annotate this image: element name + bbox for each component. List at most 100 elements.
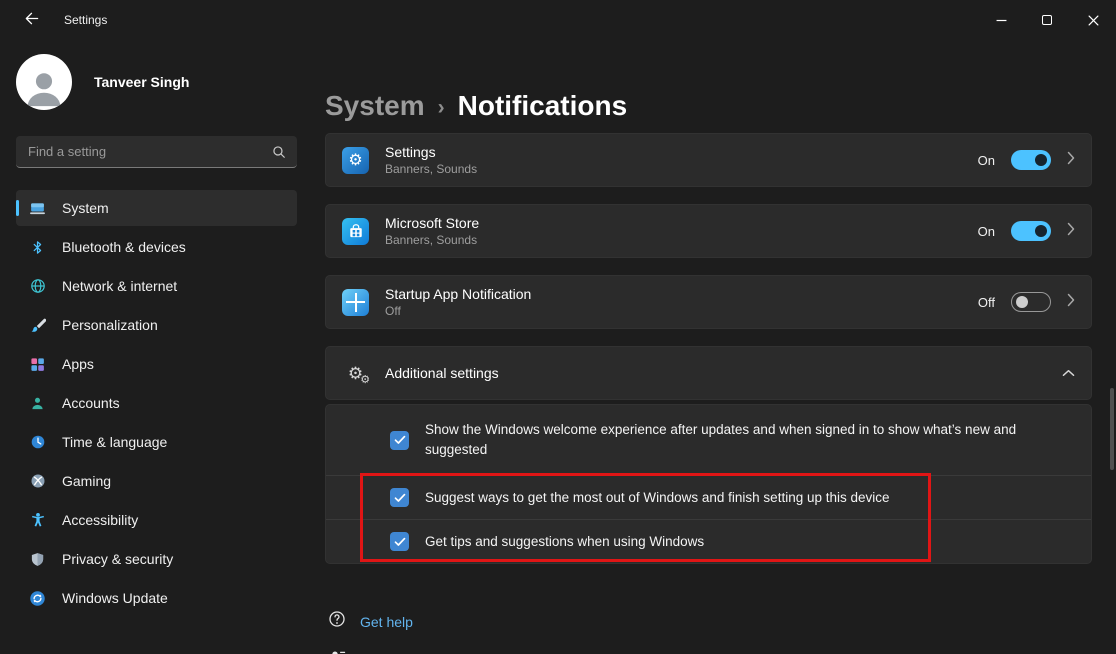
back-button[interactable] [14, 5, 48, 35]
sidebar-item-label: Accounts [62, 395, 120, 411]
windows-update-icon [29, 590, 46, 607]
checkmark-icon [394, 537, 405, 546]
checkbox-label: Suggest ways to get the most out of Wind… [425, 489, 890, 505]
get-help-link[interactable]: Get help [328, 610, 413, 633]
window-controls [978, 0, 1116, 40]
xbox-sphere-icon [29, 473, 46, 490]
startup-app-icon [342, 288, 369, 316]
row-subtitle: Banners, Sounds [385, 233, 478, 247]
minimize-icon [996, 19, 1006, 21]
sidebar-item-label: Network & internet [62, 278, 178, 294]
sidebar-item-label: Windows Update [62, 590, 168, 606]
sidebar-item-privacy-security[interactable]: Privacy & security [16, 541, 297, 577]
sidebar-item-bluetooth-devices[interactable]: Bluetooth & devices [16, 229, 297, 265]
sidebar-nav: System Bluetooth & devices Network & int… [16, 190, 297, 616]
settings-notifications-toggle[interactable] [1011, 150, 1051, 170]
sidebar-item-system[interactable]: System [16, 190, 297, 226]
additional-settings-expander[interactable]: ⚙ ⚙ Additional settings [325, 346, 1092, 400]
toggle-state-label: On [977, 223, 995, 239]
sidebar-item-label: Accessibility [62, 512, 139, 528]
titlebar: Settings [0, 0, 1116, 40]
selected-accent-bar [16, 200, 19, 216]
sidebar-item-label: Bluetooth & devices [62, 239, 186, 255]
sidebar-item-accessibility[interactable]: Accessibility [16, 502, 297, 538]
toggle-state-label: On [977, 152, 995, 168]
breadcrumb: System › Notifications [325, 90, 1092, 122]
give-feedback-icon [328, 648, 346, 654]
user-profile: Tanveer Singh [16, 54, 297, 110]
sidebar-item-label: Privacy & security [62, 551, 174, 567]
notification-row-microsoft-store[interactable]: Microsoft Store Banners, Sounds On [325, 204, 1092, 258]
apps-grid-icon [29, 356, 46, 373]
sidebar-item-accounts[interactable]: Accounts [16, 385, 297, 421]
network-globe-icon [29, 278, 46, 295]
sidebar-item-label: Apps [62, 356, 94, 372]
microsoft-store-notifications-toggle[interactable] [1011, 221, 1051, 241]
notification-row-startup-app[interactable]: Startup App Notification Off Off [325, 275, 1092, 329]
sidebar-item-windows-update[interactable]: Windows Update [16, 580, 297, 616]
chevron-right-icon [1067, 222, 1075, 241]
minimize-button[interactable] [978, 0, 1024, 40]
shield-icon [29, 551, 46, 568]
chevron-right-icon [1067, 293, 1075, 312]
breadcrumb-system[interactable]: System [325, 90, 425, 122]
vertical-scrollbar[interactable] [1110, 388, 1114, 470]
maximize-button[interactable] [1024, 0, 1070, 40]
welcome-experience-checkbox[interactable] [390, 430, 409, 450]
person-silhouette-icon [27, 73, 61, 107]
paintbrush-icon [29, 317, 46, 334]
get-help-label: Get help [360, 613, 413, 630]
accessibility-person-icon [29, 512, 46, 529]
settings-window: Settings Tanveer Singh Find a setting Sy… [0, 0, 1116, 654]
get-tips-row: Get tips and suggestions when using Wind… [326, 519, 1091, 563]
additional-settings-gears-icon: ⚙ ⚙ [347, 363, 371, 386]
give-feedback-link[interactable]: Give feedback [328, 648, 450, 654]
clock-icon [29, 434, 46, 451]
close-icon [1087, 14, 1099, 26]
startup-app-notifications-toggle[interactable] [1011, 292, 1051, 312]
checkmark-icon [394, 435, 405, 444]
row-title: Settings [385, 144, 436, 160]
notification-row-settings[interactable]: ⚙ Settings Banners, Sounds On [325, 133, 1092, 187]
suggest-ways-checkbox[interactable] [390, 488, 409, 507]
notifications-list: ⚙ Settings Banners, Sounds On Microsoft … [325, 133, 1092, 654]
search-icon [272, 145, 286, 159]
sidebar-item-label: Personalization [62, 317, 158, 333]
get-help-icon [328, 610, 346, 633]
footer-links: Get help Give feedback [325, 610, 1092, 654]
sidebar-item-network-internet[interactable]: Network & internet [16, 268, 297, 304]
sidebar-item-label: Gaming [62, 473, 112, 489]
accounts-person-icon [29, 395, 46, 412]
row-subtitle: Banners, Sounds [385, 162, 478, 176]
sidebar-item-gaming[interactable]: Gaming [16, 463, 297, 499]
sidebar-item-time-language[interactable]: Time & language [16, 424, 297, 460]
search-input[interactable] [16, 136, 272, 167]
additional-settings-label: Additional settings [385, 365, 499, 381]
avatar [16, 54, 72, 110]
settings-app-icon: ⚙ [342, 146, 369, 174]
checkmark-icon [394, 493, 405, 502]
page-title: Notifications [457, 90, 628, 121]
close-button[interactable] [1070, 0, 1116, 40]
sidebar-item-apps[interactable]: Apps [16, 346, 297, 382]
sidebar: Tanveer Singh System [0, 40, 310, 654]
welcome-experience-row: Show the Windows welcome experience afte… [326, 405, 1091, 475]
maximize-icon [1042, 15, 1052, 25]
get-tips-checkbox[interactable] [390, 532, 409, 551]
row-title: Microsoft Store [385, 215, 480, 231]
search-box [16, 136, 297, 168]
back-arrow-icon [24, 11, 39, 29]
suggest-ways-row: Suggest ways to get the most out of Wind… [326, 475, 1091, 519]
bluetooth-icon [29, 239, 46, 256]
system-icon [29, 200, 46, 217]
window-title: Settings [64, 13, 108, 27]
chevron-right-icon [1067, 151, 1075, 170]
checkbox-label: Show the Windows welcome experience afte… [425, 422, 1017, 457]
row-subtitle: Off [385, 304, 401, 318]
checkbox-label: Get tips and suggestions when using Wind… [425, 533, 705, 549]
main-content: System › Notifications ⚙ Settings Banner… [310, 40, 1116, 654]
chevron-up-icon [1062, 364, 1075, 382]
sidebar-item-label: Time & language [62, 434, 168, 450]
sidebar-item-personalization[interactable]: Personalization [16, 307, 297, 343]
additional-settings-panel: Show the Windows welcome experience afte… [325, 404, 1092, 564]
